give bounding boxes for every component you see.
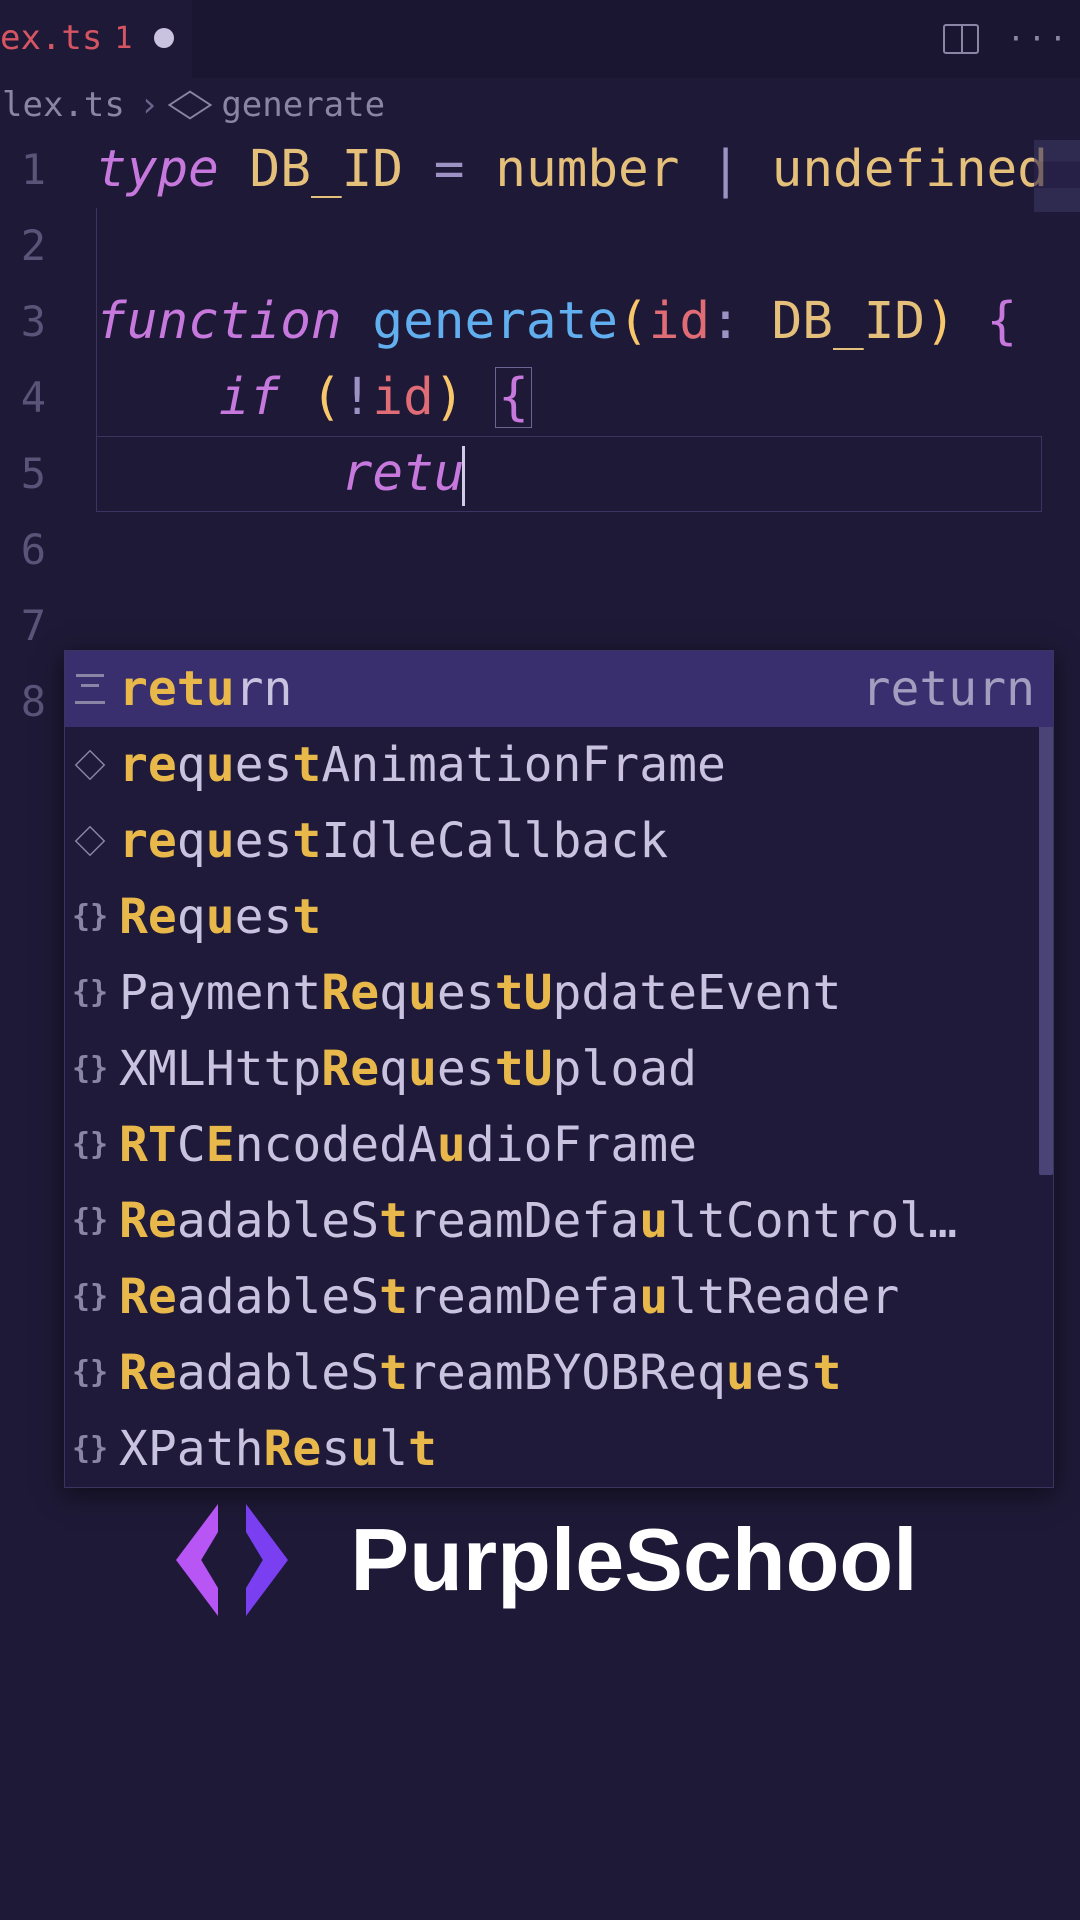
line-number-gutter: 1 2 3 4 5 6 7 8 [0,132,60,740]
iface-icon: {} [75,1358,105,1388]
brand-name: PurpleSchool [350,1509,917,1611]
code-editor[interactable]: 1 2 3 4 5 6 7 8 type DB_ID = number | un… [0,132,1080,512]
breadcrumb-symbol[interactable]: generate [221,85,385,125]
iface-icon: {} [75,1130,105,1160]
unsaved-dot-icon [154,28,174,48]
tab-problem-count: 1 [114,21,132,56]
editor-tab[interactable]: ex.ts 1 [0,0,192,78]
func-icon [75,826,106,857]
keyword-icon [75,674,105,704]
iface-icon: {} [75,978,105,1008]
code-line[interactable]: type DB_ID = number | undefined [96,132,1080,208]
tab-filename: ex.ts [0,18,102,58]
autocomplete-label: ReadableStreamDefaultReader [119,1259,899,1335]
editor-title-actions: ··· [943,0,1070,78]
autocomplete-item[interactable]: {} Request [65,879,1053,955]
autocomplete-label: RTCEncodedAudioFrame [119,1107,697,1183]
line-number: 6 [0,512,60,588]
autocomplete-item[interactable]: {} ReadableStreamDefaultControl… [65,1183,1053,1259]
line-number: 5 [0,436,60,512]
more-actions-icon[interactable]: ··· [1007,22,1070,57]
autocomplete-item[interactable]: requestIdleCallback [65,803,1053,879]
iface-icon: {} [75,1206,105,1236]
autocomplete-label: ReadableStreamDefaultControl… [119,1183,957,1259]
line-number: 7 [0,588,60,664]
autocomplete-item[interactable]: {} XMLHttpRequestUpload [65,1031,1053,1107]
line-number: 2 [0,208,60,284]
minimap[interactable] [1034,140,1080,260]
code-line[interactable]: if (!id) { [96,360,1080,436]
iface-icon: {} [75,1434,105,1464]
iface-icon: {} [75,1282,105,1312]
autocomplete-item[interactable]: {} ReadableStreamDefaultReader [65,1259,1053,1335]
line-number: 4 [0,360,60,436]
breadcrumb[interactable]: lex.ts › generate [0,78,1080,132]
current-line-highlight [96,436,1042,512]
autocomplete-hint: return [862,651,1035,727]
line-number: 8 [0,664,60,740]
brand-footer: PurpleSchool [0,1490,1080,1630]
autocomplete-item[interactable]: {} XPathResult [65,1411,1053,1487]
iface-icon: {} [75,1054,105,1084]
chevron-right-icon: › [139,85,159,125]
func-icon [75,750,106,781]
split-editor-icon[interactable] [943,24,979,54]
autocomplete-label: ReadableStreamBYOBRequest [119,1335,842,1411]
autocomplete-label: requestAnimationFrame [119,727,726,803]
breadcrumb-file[interactable]: lex.ts [2,85,125,125]
autocomplete-label: requestIdleCallback [119,803,668,879]
brand-logo-icon [162,1490,302,1630]
iface-icon: {} [75,902,105,932]
code-line[interactable] [96,208,1080,284]
autocomplete-label: XPathResult [119,1411,437,1487]
autocomplete-item[interactable]: requestAnimationFrame [65,727,1053,803]
code-line[interactable]: function generate(id: DB_ID) { [96,284,1080,360]
autocomplete-item[interactable]: {} RTCEncodedAudioFrame [65,1107,1053,1183]
autocomplete-label: PaymentRequestUpdateEvent [119,955,842,1031]
symbol-cube-icon [168,91,213,120]
tab-bar: ex.ts 1 ··· [0,0,1080,78]
line-number: 3 [0,284,60,360]
autocomplete-item[interactable]: return return [65,651,1053,727]
autocomplete-item[interactable]: {} ReadableStreamBYOBRequest [65,1335,1053,1411]
autocomplete-label: Request [119,879,321,955]
autocomplete-item[interactable]: {} PaymentRequestUpdateEvent [65,955,1053,1031]
autocomplete-label: XMLHttpRequestUpload [119,1031,697,1107]
autocomplete-label: return [119,651,292,727]
autocomplete-popup[interactable]: returnreturnrequestAnimationFramerequest… [64,650,1054,1488]
line-number: 1 [0,132,60,208]
